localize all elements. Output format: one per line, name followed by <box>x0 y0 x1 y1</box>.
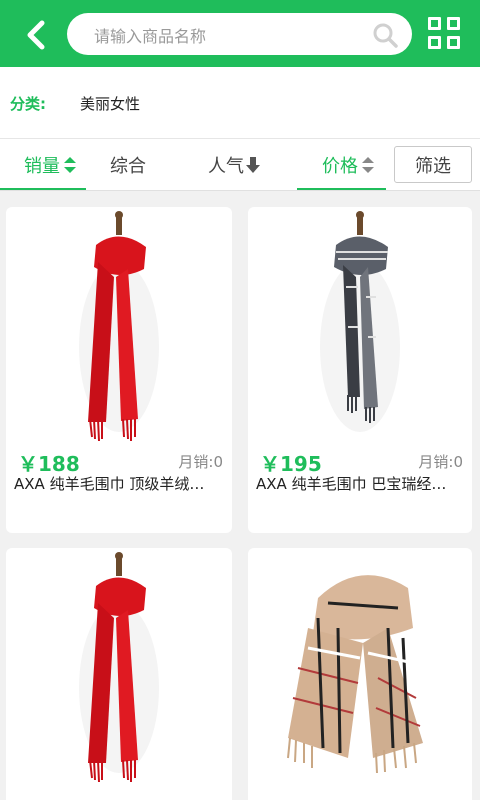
grid-view-button[interactable] <box>428 17 460 49</box>
sort-updown-icon <box>362 157 374 173</box>
product-image-gray-plaid-scarf <box>320 211 400 432</box>
filter-button[interactable]: 筛选 <box>394 146 472 183</box>
product-card[interactable] <box>6 548 232 800</box>
category-label: 分类: <box>10 95 46 113</box>
price-tab-indicator <box>297 188 386 190</box>
product-card[interactable] <box>248 548 472 800</box>
product-card[interactable]: ￥195 月销:0 AXA 纯羊毛围巾 巴宝瑞经… <box>248 207 472 533</box>
grid-icon <box>428 17 441 30</box>
sort-sales-tab[interactable]: 销量 <box>24 152 77 178</box>
sort-popularity-label: 人气 <box>208 156 244 177</box>
top-bar: 请输入商品名称 <box>0 0 480 67</box>
product-image-red-scarf <box>79 552 159 783</box>
search-input[interactable]: 请输入商品名称 <box>67 13 412 55</box>
sort-overall-label: 综合 <box>110 156 146 177</box>
sort-updown-icon <box>64 157 76 173</box>
product-card[interactable]: ￥188 月销:0 AXA 纯羊毛围巾 顶级羊绒… <box>6 207 232 533</box>
sort-bar: 销量 综合 人气 价格 筛选 <box>0 139 480 191</box>
category-row: 分类: 美丽女性 <box>0 67 480 139</box>
active-tab-indicator <box>0 188 86 190</box>
search-icon[interactable] <box>372 22 398 48</box>
search-placeholder: 请输入商品名称 <box>94 27 207 46</box>
product-sales: 月销:0 <box>418 453 463 471</box>
product-image-red-scarf <box>79 211 159 442</box>
sort-price-tab[interactable]: 价格 <box>322 152 375 178</box>
product-title: AXA 纯羊毛围巾 顶级羊绒… <box>14 475 205 493</box>
category-value[interactable]: 美丽女性 <box>80 93 140 114</box>
sort-sales-label: 销量 <box>24 156 60 177</box>
sort-overall-tab[interactable]: 综合 <box>110 152 146 178</box>
product-title: AXA 纯羊毛围巾 巴宝瑞经… <box>256 475 447 493</box>
arrow-down-icon <box>246 157 260 173</box>
product-sales: 月销:0 <box>178 453 223 471</box>
back-button[interactable] <box>16 15 56 55</box>
sort-price-label: 价格 <box>322 156 358 177</box>
product-image-beige-plaid-scarf <box>287 575 423 774</box>
sort-popularity-tab[interactable]: 人气 <box>208 152 260 178</box>
chevron-left-icon <box>27 20 45 50</box>
